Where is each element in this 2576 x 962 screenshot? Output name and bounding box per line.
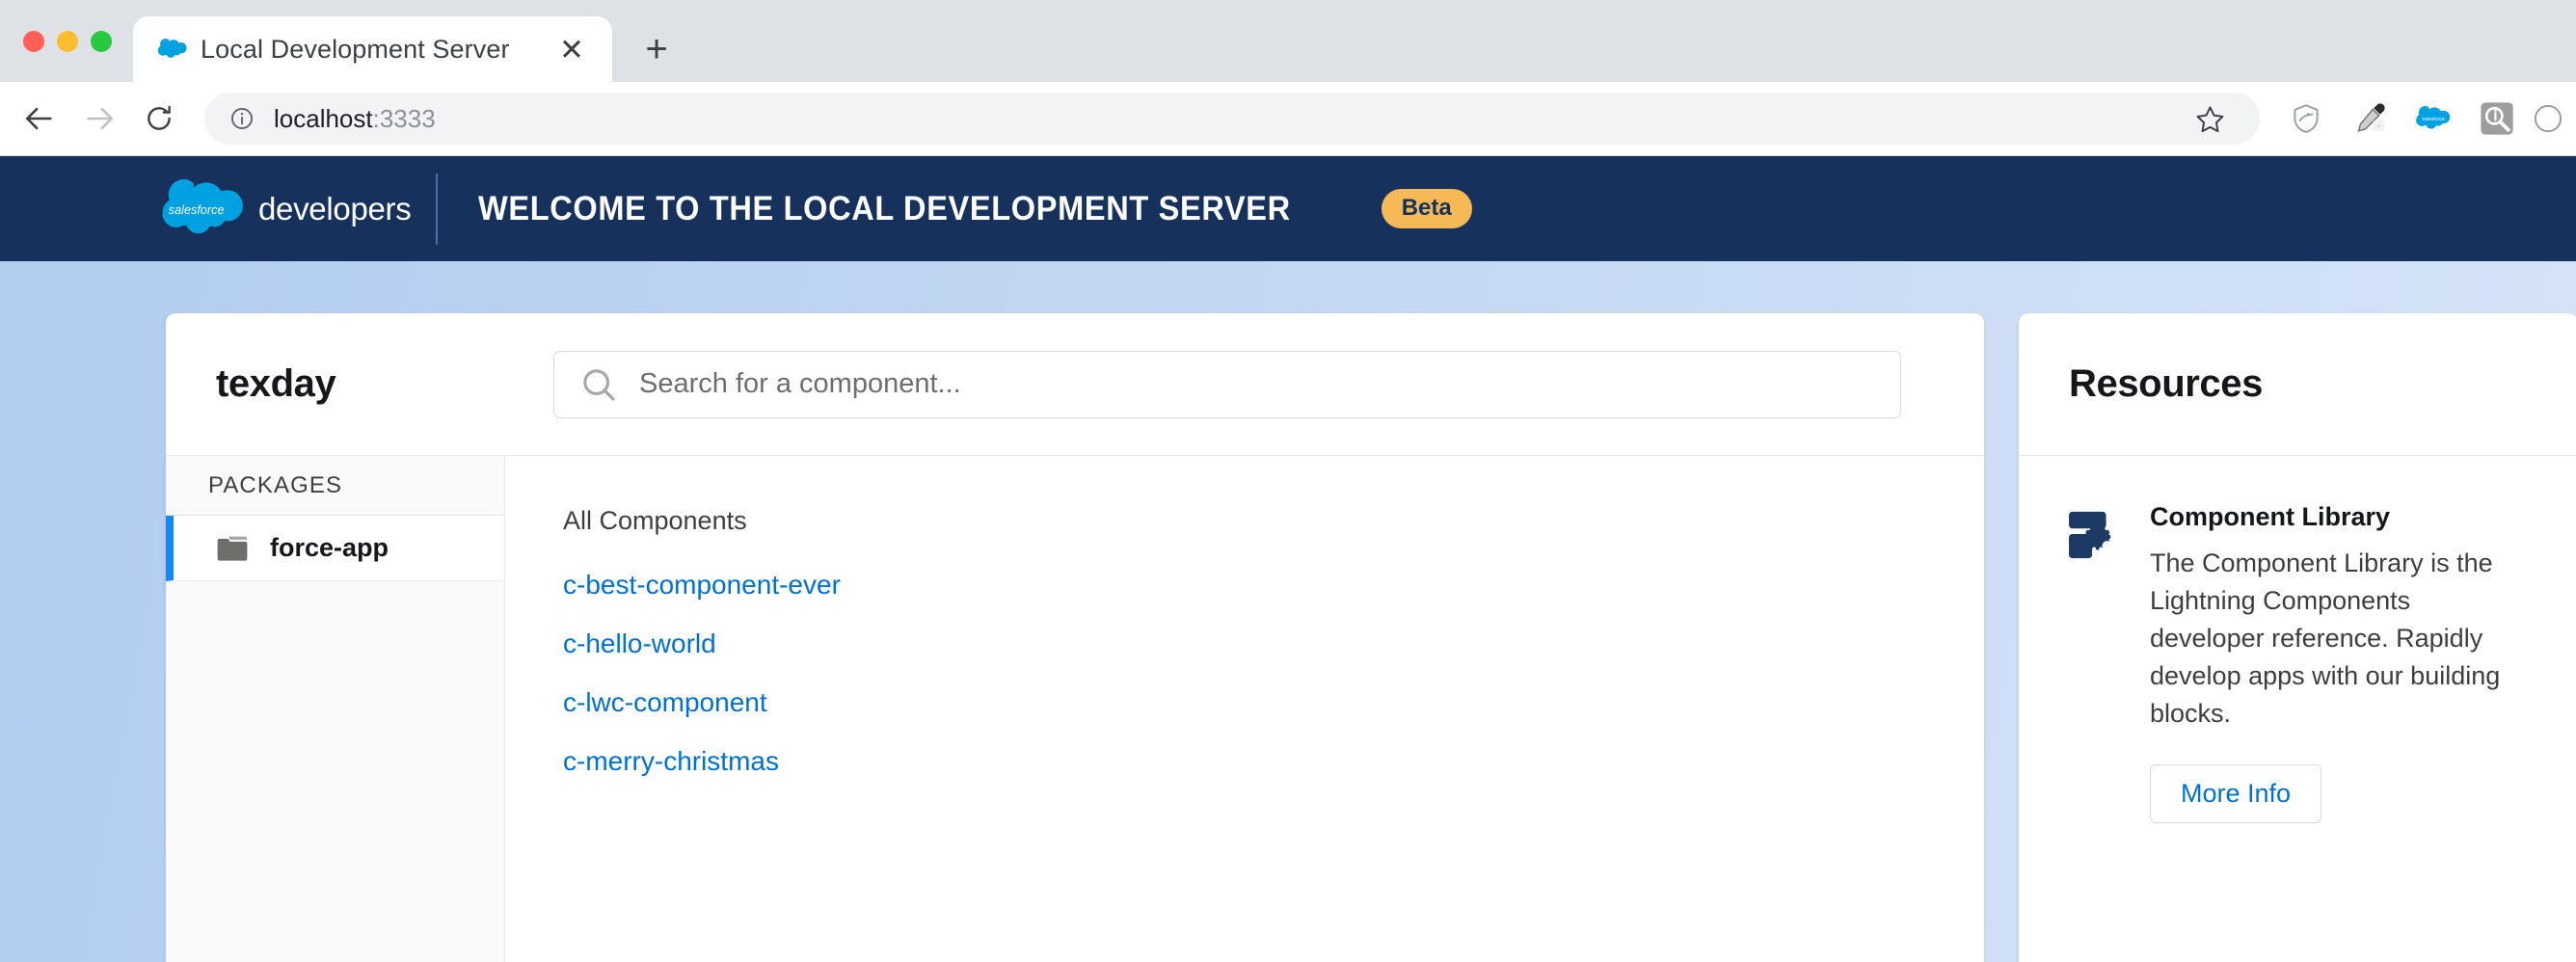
salesforce-cloud-icon (158, 35, 187, 64)
new-tab-button[interactable]: + (630, 22, 684, 76)
tab-strip: Local Development Server ✕ + (0, 0, 2576, 82)
resource-content: Component Library The Component Library … (2150, 502, 2530, 824)
search-input[interactable] (639, 368, 1875, 400)
developers-wordmark: developers (258, 190, 412, 227)
forward-button[interactable] (69, 89, 129, 148)
site-header: salesforce developers WELCOME TO THE LOC… (0, 156, 2576, 261)
star-icon[interactable] (2183, 92, 2237, 146)
url-text: localhost:3333 (274, 104, 436, 134)
components-list: All Components c-best-component-ever c-h… (505, 456, 1984, 962)
sidebar-item-label: force-app (270, 533, 389, 562)
address-bar[interactable]: localhost:3333 (204, 93, 2260, 145)
resource-item: Component Library The Component Library … (2019, 456, 2576, 824)
eyedropper-icon[interactable] (2343, 92, 2397, 146)
extension-icons: salesforce (2269, 92, 2563, 146)
close-window-button[interactable] (23, 30, 44, 52)
component-link[interactable]: c-merry-christmas (563, 746, 1984, 777)
component-link[interactable]: c-lwc-component (563, 687, 1984, 718)
window-controls (0, 0, 133, 82)
more-info-button[interactable]: More Info (2150, 764, 2322, 824)
resources-card: Resources Component Library The Componen… (2019, 313, 2576, 962)
welcome-heading: WELCOME TO THE LOCAL DEVELOPMENT SERVER (478, 189, 1292, 227)
salesforce-wordmark: salesforce (169, 203, 225, 217)
header-divider (436, 173, 439, 245)
info-circle-icon[interactable] (229, 106, 255, 131)
svg-text:salesforce: salesforce (2422, 117, 2445, 122)
page-title: texday (216, 362, 336, 405)
card-header: texday (166, 313, 1984, 456)
folder-icon (216, 535, 249, 562)
search-box[interactable] (553, 350, 1901, 418)
component-link[interactable]: c-best-component-ever (563, 570, 1984, 601)
minimize-window-button[interactable] (57, 30, 78, 52)
shield-icon[interactable] (2279, 92, 2333, 146)
search-icon (579, 365, 618, 404)
resources-header: Resources (2019, 313, 2576, 456)
component-library-icon (2067, 502, 2123, 823)
component-link[interactable]: c-hello-world (563, 628, 1984, 659)
close-tab-icon[interactable]: ✕ (552, 30, 591, 68)
packages-section-label: PACKAGES (166, 456, 504, 516)
url-port: :3333 (372, 103, 436, 133)
overflow-extension-icon[interactable] (2534, 92, 2563, 146)
salesforce-cloud-icon: salesforce (162, 178, 243, 233)
card-body: PACKAGES force-app All Components c-best… (166, 456, 1984, 962)
url-host: localhost (274, 103, 373, 133)
browser-chrome: Local Development Server ✕ + localhost:3… (0, 0, 2576, 156)
beta-badge: Beta (1381, 189, 1472, 228)
resource-description: The Component Library is the Lightning C… (2150, 548, 2501, 728)
packages-sidebar: PACKAGES force-app (166, 456, 505, 962)
back-button[interactable] (10, 89, 69, 148)
resources-title: Resources (2069, 362, 2263, 405)
browser-toolbar: localhost:3333 salesforce (0, 82, 2576, 156)
salesforce-developers-logo[interactable]: salesforce developers (162, 178, 412, 239)
page-body: texday PACKAGES (0, 261, 2576, 962)
tab-title: Local Development Server (201, 34, 510, 64)
resource-title: Component Library (2150, 502, 2391, 531)
inspector-search-icon[interactable] (2470, 92, 2524, 146)
components-card: texday PACKAGES (166, 313, 1984, 962)
salesforce-cloud-icon[interactable]: salesforce (2406, 92, 2460, 146)
reload-button[interactable] (129, 89, 189, 148)
sidebar-item-force-app[interactable]: force-app (166, 516, 504, 581)
maximize-window-button[interactable] (91, 30, 112, 52)
components-list-heading: All Components (563, 506, 747, 535)
browser-tab[interactable]: Local Development Server ✕ (133, 16, 612, 82)
